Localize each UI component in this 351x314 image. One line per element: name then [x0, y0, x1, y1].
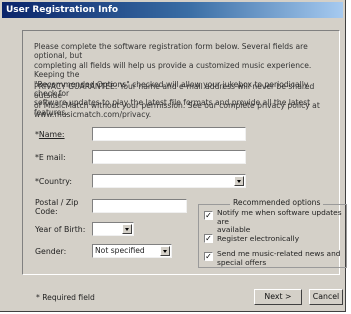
chevron-down-icon[interactable] — [234, 176, 244, 186]
intro-line: Please complete the software registratio… — [34, 42, 308, 61]
next-button[interactable]: Next > — [254, 289, 302, 305]
intro-line: completing all fields will help us provi… — [34, 60, 312, 80]
notify-updates-label: Notify me when software updates are avai… — [217, 208, 342, 235]
privacy-line: of MusicMatch without your permission. S… — [34, 100, 320, 110]
required-field-note: * Required field — [36, 293, 95, 302]
notify-updates-checkbox[interactable]: ✓ — [204, 211, 213, 220]
postal-label: Postal / Zip Code: — [35, 198, 79, 216]
gender-select[interactable]: Not specified — [92, 244, 172, 258]
register-electronically-checkbox[interactable]: ✓ — [204, 234, 213, 243]
name-label: *Name: — [35, 130, 65, 139]
year-of-birth-label: Year of Birth: — [35, 225, 86, 234]
privacy-paragraph: PRIVACY GUARANTEE: Your name and e-mail … — [34, 82, 332, 120]
email-label: *E mail: — [35, 153, 66, 162]
gender-label: Gender: — [35, 247, 67, 256]
country-select[interactable] — [92, 174, 246, 188]
register-electronically-label: Register electronically — [217, 234, 300, 243]
name-field[interactable] — [92, 127, 246, 141]
postal-code-field[interactable] — [92, 199, 187, 213]
music-news-checkbox[interactable]: ✓ — [204, 252, 213, 261]
year-of-birth-select[interactable] — [92, 222, 134, 236]
email-field[interactable] — [92, 150, 246, 164]
music-news-label: Send me music-related news and special o… — [217, 249, 341, 267]
chevron-down-icon[interactable] — [122, 224, 132, 234]
privacy-line: www.musicmatch.com/privacy. — [34, 110, 152, 120]
recommended-options-title: Recommended options — [230, 198, 324, 207]
privacy-line: PRIVACY GUARANTEE: Your name and e-mail … — [34, 82, 315, 101]
window-title: User Registration Info — [2, 2, 343, 18]
country-label: *Country: — [35, 177, 72, 186]
chevron-down-icon[interactable] — [160, 246, 170, 256]
cancel-button[interactable]: Cancel — [309, 289, 343, 305]
